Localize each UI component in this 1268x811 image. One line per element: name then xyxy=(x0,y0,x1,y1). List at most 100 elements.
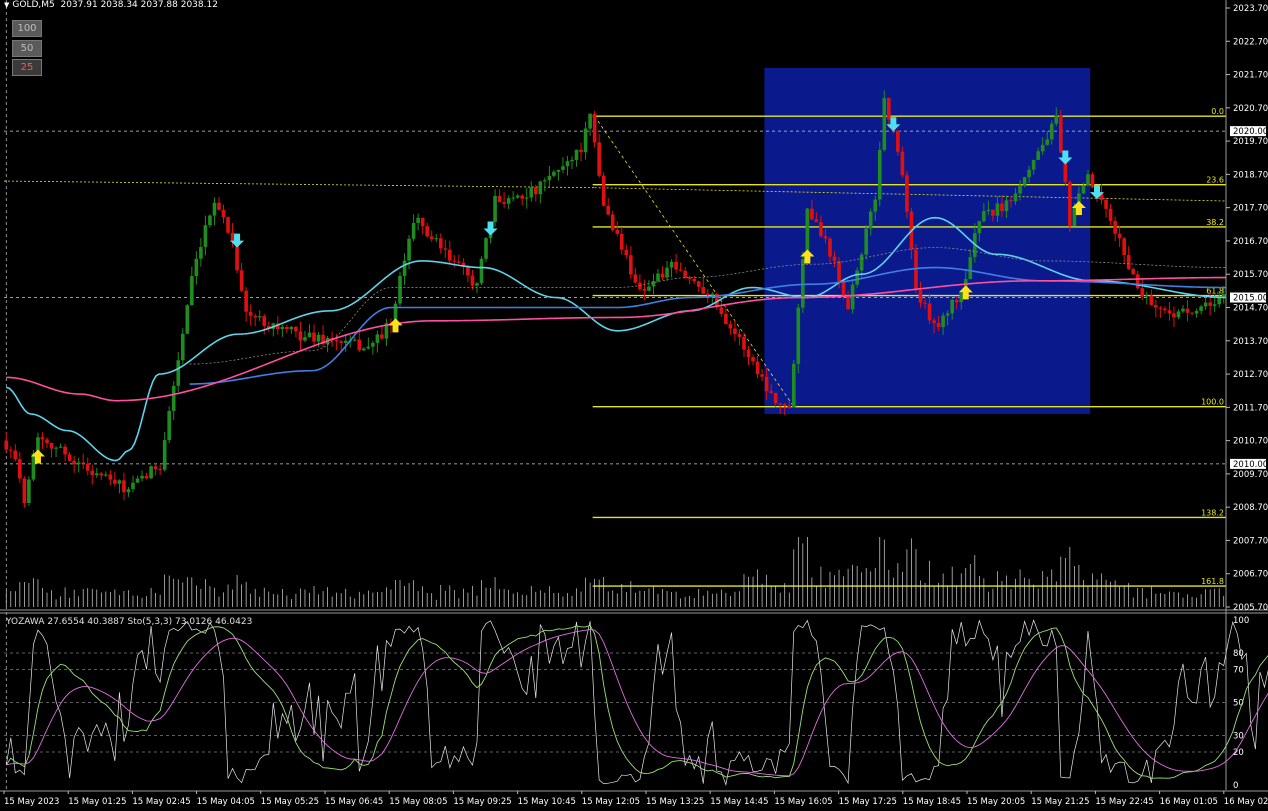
candle-body xyxy=(1068,182,1072,227)
candle-body xyxy=(90,470,95,476)
candle-body xyxy=(230,232,235,243)
fib-trendline xyxy=(594,115,795,407)
candle xyxy=(1172,306,1176,328)
osc-tick-label: 100 xyxy=(1233,616,1249,626)
lot-button-25[interactable]: 25 xyxy=(12,59,42,76)
candle-body xyxy=(524,197,529,199)
candle-body xyxy=(755,361,760,375)
price-tick-label: 2019.70 xyxy=(1233,137,1268,147)
candle-body xyxy=(45,439,49,444)
candle-body xyxy=(94,473,99,476)
candle-body xyxy=(1090,174,1095,188)
price-tick-label: 2011.70 xyxy=(1233,403,1268,413)
candle-body xyxy=(18,459,22,479)
candle-body xyxy=(914,249,918,291)
candle-body xyxy=(543,180,547,182)
candle-body xyxy=(429,236,434,239)
price-tick-label: 2010.70 xyxy=(1233,437,1268,447)
candle-body xyxy=(27,479,31,503)
candle xyxy=(190,266,194,306)
candle-body xyxy=(850,284,855,310)
candle-body xyxy=(629,255,633,275)
candle-body xyxy=(810,208,814,220)
candle-body xyxy=(538,181,543,195)
candle xyxy=(113,471,117,487)
candle-body xyxy=(900,151,905,176)
candle xyxy=(665,260,669,281)
candle-body xyxy=(746,349,751,358)
candle-body xyxy=(887,98,891,120)
candle-body xyxy=(131,482,135,490)
candle xyxy=(638,274,642,292)
candle-body xyxy=(22,478,27,503)
candle-body xyxy=(239,270,244,291)
candle xyxy=(755,355,760,379)
time-tick-label: 16 May 01:05 xyxy=(1160,797,1218,807)
candle xyxy=(366,337,371,350)
candle-body xyxy=(954,300,959,303)
time-tick-label: 15 May 05:25 xyxy=(261,797,319,807)
candle xyxy=(791,360,796,408)
candle xyxy=(343,333,348,352)
candle xyxy=(271,322,276,337)
candle-body xyxy=(185,305,190,334)
candle xyxy=(1144,291,1149,305)
candle xyxy=(425,222,429,238)
candle-body xyxy=(651,281,656,287)
candle xyxy=(212,197,217,226)
candle-body xyxy=(515,195,520,198)
candle-body xyxy=(1108,208,1113,221)
time-tick-label: 15 May 06:45 xyxy=(325,797,383,807)
candle xyxy=(511,191,515,202)
candle xyxy=(588,113,592,136)
candle-body xyxy=(362,348,366,351)
candle-body xyxy=(1131,268,1136,275)
candle xyxy=(1113,216,1117,242)
lot-button-50[interactable]: 50 xyxy=(12,40,42,57)
candle-body xyxy=(194,258,199,277)
candle-body xyxy=(285,326,289,330)
candle-body xyxy=(683,270,687,278)
candle xyxy=(1194,308,1199,318)
candle xyxy=(420,217,425,235)
candle xyxy=(1167,301,1172,321)
candle-body xyxy=(1158,307,1163,309)
candle xyxy=(1117,225,1122,248)
candle xyxy=(1090,172,1095,189)
candle-body xyxy=(208,215,212,226)
candle-body xyxy=(420,217,425,227)
candle xyxy=(751,354,755,366)
candle-body xyxy=(1208,302,1212,306)
candle xyxy=(22,476,27,508)
price-chart[interactable]: 0.023.638.261.8100.0138.2161.82023.70202… xyxy=(0,0,1268,811)
candle-body xyxy=(289,326,294,330)
candle-body xyxy=(619,233,624,250)
candle xyxy=(1163,306,1167,314)
candle xyxy=(117,479,122,494)
candle-body xyxy=(4,440,9,450)
candle-body xyxy=(253,315,257,318)
candle-body xyxy=(615,229,620,234)
candle xyxy=(1203,296,1208,311)
candle xyxy=(493,189,497,227)
candle xyxy=(85,457,90,476)
candle-body xyxy=(773,392,778,404)
candle xyxy=(49,442,54,458)
candle xyxy=(656,268,660,283)
candle-body xyxy=(1144,295,1149,297)
lot-button-100[interactable]: 100 xyxy=(12,20,42,37)
candle xyxy=(280,324,285,337)
price-tick-label: 2017.70 xyxy=(1233,204,1268,214)
candle xyxy=(303,330,307,343)
candle-body xyxy=(380,334,384,339)
candle xyxy=(1131,267,1136,276)
fib-label-2: 38.2 xyxy=(1206,218,1224,227)
time-tick-label: 15 May 14:45 xyxy=(710,797,768,807)
candle-body xyxy=(357,339,362,351)
candle xyxy=(457,254,461,265)
candle-body xyxy=(447,249,452,261)
candle-body xyxy=(1045,139,1050,145)
candle xyxy=(674,253,678,274)
candle-body xyxy=(877,149,882,200)
dropdown-triangle-icon[interactable]: ▼ xyxy=(4,1,9,9)
